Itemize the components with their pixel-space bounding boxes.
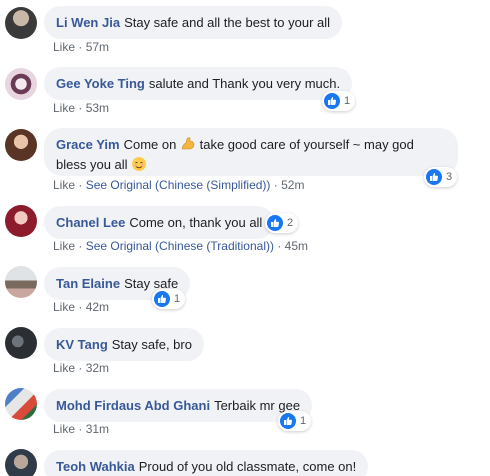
comment-time: 32m — [85, 361, 110, 375]
comment-author[interactable]: Teoh Wahkia — [56, 459, 135, 474]
comment-time: 53m — [85, 101, 110, 115]
comment-author[interactable]: KV Tang — [56, 337, 108, 352]
like-reaction-icon — [324, 93, 340, 109]
comment-meta: Like · 53m — [53, 101, 110, 115]
avatar[interactable] — [5, 7, 37, 39]
reaction-number: 2 — [287, 217, 294, 229]
like-reaction-icon — [267, 215, 283, 231]
comment-text: Come on, thank you all — [129, 215, 263, 230]
avatar[interactable] — [5, 68, 37, 100]
comment-meta: Like · See Original (Chinese (Traditiona… — [53, 239, 308, 253]
reaction-number: 1 — [174, 293, 181, 305]
comment-bubble: Mohd Firdaus Abd Ghani Terbaik mr gee — [44, 389, 313, 422]
comment-meta: Like · 42m — [53, 300, 110, 314]
comment-author[interactable]: Gee Yoke Ting — [56, 76, 145, 91]
avatar[interactable] — [5, 266, 37, 298]
like-link[interactable]: Like — [53, 361, 75, 375]
comment-time: 45m — [284, 239, 308, 253]
comment-text: Come on — [123, 137, 177, 152]
comment-bubble: Grace Yim Come on take good care of yours… — [44, 128, 458, 176]
comment-time: 42m — [85, 300, 110, 314]
avatar[interactable] — [5, 388, 37, 420]
avatar[interactable] — [5, 327, 37, 359]
comment-time: 52m — [281, 178, 305, 192]
reaction-number: 1 — [300, 415, 307, 427]
like-link[interactable]: Like — [53, 422, 75, 436]
comment-bubble: Li Wen Jia Stay safe and all the best to … — [44, 6, 343, 39]
reaction-number: 3 — [446, 171, 453, 183]
like-reaction-icon — [280, 413, 296, 429]
comment-meta: Like · 32m — [53, 361, 110, 375]
reaction-count[interactable]: 1 — [152, 289, 186, 309]
avatar[interactable] — [5, 129, 37, 161]
comment-bubble: Gee Yoke Ting salute and Thank you very m… — [44, 67, 353, 100]
like-link[interactable]: Like — [53, 178, 75, 192]
comment-text: Stay safe, bro — [111, 337, 192, 352]
avatar[interactable] — [5, 449, 37, 476]
like-link[interactable]: Like — [53, 101, 75, 115]
see-original-link[interactable]: See Original (Chinese (Traditional)) — [86, 239, 274, 253]
reaction-count[interactable]: 1 — [278, 411, 312, 431]
reaction-count[interactable]: 3 — [424, 167, 458, 187]
see-original-link[interactable]: See Original (Chinese (Simplified)) — [86, 178, 271, 192]
comment-author[interactable]: Tan Elaine — [56, 276, 120, 291]
comment-author[interactable]: Grace Yim — [56, 137, 120, 152]
comment-bubble: Teoh Wahkia Proud of you old classmate, c… — [44, 450, 369, 476]
comment-time: 57m — [85, 40, 110, 54]
comment-time: 31m — [85, 422, 110, 436]
like-link[interactable]: Like — [53, 40, 75, 54]
comment-author[interactable]: Mohd Firdaus Abd Ghani — [56, 398, 210, 413]
comment-bubble: KV Tang Stay safe, bro — [44, 328, 204, 361]
like-link[interactable]: Like — [53, 239, 75, 253]
avatar[interactable] — [5, 205, 37, 237]
comment-bubble: Chanel Lee Come on, thank you all — [44, 206, 275, 239]
comment-meta: Like · See Original (Chinese (Simplified… — [53, 178, 305, 192]
reaction-number: 1 — [344, 95, 351, 107]
like-reaction-icon — [426, 169, 442, 185]
comment-author[interactable]: Chanel Lee — [56, 215, 125, 230]
comment-text: salute and Thank you very much. — [148, 76, 341, 91]
comment-text: Stay safe and all the best to your all — [124, 15, 331, 30]
comment-meta: Like · 31m — [53, 422, 110, 436]
comment-author[interactable]: Li Wen Jia — [56, 15, 120, 30]
comment-meta: Like · 57m — [53, 40, 110, 54]
like-link[interactable]: Like — [53, 300, 75, 314]
comment-text: Proud of you old classmate, come on! — [138, 459, 357, 474]
like-reaction-icon — [154, 291, 170, 307]
relieved-face-icon — [131, 156, 147, 176]
reaction-count[interactable]: 1 — [322, 91, 356, 111]
flexed-biceps-icon — [180, 136, 196, 156]
reaction-count[interactable]: 2 — [265, 213, 299, 233]
